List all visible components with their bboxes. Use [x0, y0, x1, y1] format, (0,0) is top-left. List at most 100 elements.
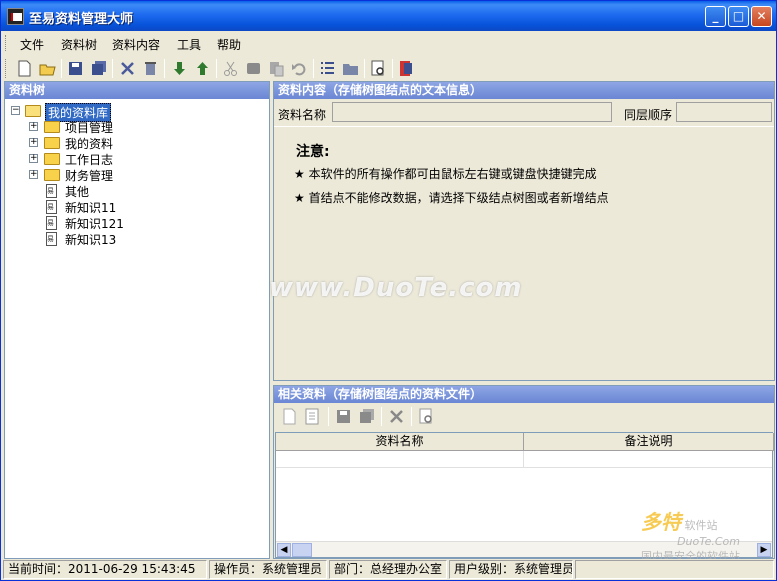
menu-help[interactable]: 帮助: [217, 36, 241, 53]
menu-tree[interactable]: 资料树: [61, 36, 97, 53]
tree-item-label[interactable]: 工作日志: [65, 151, 113, 168]
tree-root[interactable]: − 我的资料库: [11, 103, 211, 122]
column-header-note[interactable]: 备注说明: [524, 433, 774, 451]
toolbar-separator: [392, 59, 393, 78]
toolbar-separator: [164, 59, 165, 78]
menu-bar: 文件 资料树 资料内容 工具 帮助: [1, 32, 776, 54]
expand-icon[interactable]: +: [29, 154, 38, 163]
scroll-right-button[interactable]: ▶: [757, 543, 771, 557]
watermark-logo: 多特 软件站 DuoTe.Com 国内最安全的软件站: [641, 506, 740, 564]
tree-item-label[interactable]: 财务管理: [65, 167, 113, 184]
delete-icon[interactable]: [118, 59, 137, 78]
tree-doc-item[interactable]: 新知识13: [29, 231, 229, 247]
tree-item-label[interactable]: 新知识121: [65, 215, 124, 232]
move-up-icon[interactable]: [193, 59, 212, 78]
scroll-thumb[interactable]: [292, 543, 312, 557]
copy-icon[interactable]: [244, 59, 263, 78]
related-panel-header: 相关资料（存储树图结点的资料文件）: [274, 386, 774, 403]
edit-icon[interactable]: [303, 407, 322, 426]
toolbar-separator: [411, 407, 412, 426]
trash-icon[interactable]: [141, 59, 160, 78]
folder-icon: [44, 169, 60, 181]
collapse-icon[interactable]: −: [11, 106, 20, 115]
folder-icon: [44, 153, 60, 165]
paste-icon[interactable]: [267, 59, 286, 78]
cut-icon[interactable]: [221, 59, 240, 78]
open-folder-icon: [25, 105, 41, 117]
tree-folder-item[interactable]: + 财务管理: [29, 167, 229, 183]
tree-panel-header: 资料树: [5, 82, 269, 99]
preview-icon[interactable]: [369, 59, 388, 78]
order-input[interactable]: [676, 102, 772, 122]
main-toolbar: [1, 56, 421, 81]
save-icon[interactable]: [334, 407, 353, 426]
main-window: 至易资料管理大师 _ □ ✕ 文件 资料树 资料内容 工具 帮助 资料树 − 我…: [0, 0, 777, 581]
note-title: 注意:: [296, 144, 330, 160]
watermark-logo-text: 多特: [641, 510, 681, 534]
toolbar-separator: [381, 407, 382, 426]
tree-item-label[interactable]: 新知识13: [65, 231, 116, 248]
exit-icon[interactable]: [397, 59, 416, 78]
maximize-button[interactable]: □: [728, 6, 749, 27]
toolbar-separator: [328, 407, 329, 426]
minimize-button[interactable]: _: [705, 6, 726, 27]
toolbar-grip[interactable]: [5, 59, 8, 78]
note-line: ★ 本软件的所有操作都可由鼠标左右键或键盘快捷键完成: [294, 167, 597, 181]
scroll-left-button[interactable]: ◀: [277, 543, 291, 557]
tree-folder-item[interactable]: + 工作日志: [29, 151, 229, 167]
tree-item-label[interactable]: 我的资料: [65, 135, 113, 152]
tree-doc-item[interactable]: 新知识121: [29, 215, 229, 231]
tree-folder-item[interactable]: + 项目管理: [29, 119, 229, 135]
watermark-logo-sub: 软件站: [684, 519, 718, 532]
column-divider: [523, 451, 524, 468]
save-all-icon[interactable]: [89, 59, 108, 78]
toolbar-separator: [61, 59, 62, 78]
toolbar-separator: [112, 59, 113, 78]
watermark-text: www.DuoTe.com: [269, 273, 523, 303]
move-down-icon[interactable]: [170, 59, 189, 78]
toolbar-separator: [313, 59, 314, 78]
content-text-area[interactable]: 注意: ★ 本软件的所有操作都可由鼠标左右键或键盘快捷键完成 ★ 首结点不能修改…: [274, 126, 774, 380]
title-bar[interactable]: 至易资料管理大师 _ □ ✕: [1, 1, 776, 31]
toolbar-separator: [364, 59, 365, 78]
tree-item-label[interactable]: 新知识11: [65, 199, 116, 216]
status-dept: 部门：总经理办公室: [329, 560, 447, 579]
tree-item-label[interactable]: 其他: [65, 183, 89, 200]
menu-tools[interactable]: 工具: [177, 36, 201, 53]
menu-grip[interactable]: [5, 35, 8, 51]
document-icon: [46, 184, 57, 198]
expand-icon[interactable]: +: [29, 138, 38, 147]
table-row[interactable]: [276, 451, 772, 468]
folder-icon[interactable]: [341, 59, 360, 78]
folder-icon: [44, 121, 60, 133]
name-input[interactable]: [332, 102, 612, 122]
column-header-name[interactable]: 资料名称: [276, 433, 524, 451]
undo-icon[interactable]: [290, 59, 309, 78]
preview-icon[interactable]: [417, 407, 436, 426]
content-panel: 资料内容（存储树图结点的文本信息） 资料名称 同层顺序 注意: ★ 本软件的所有…: [273, 81, 775, 381]
open-icon[interactable]: [38, 59, 57, 78]
new-icon[interactable]: [15, 59, 34, 78]
window-title: 至易资料管理大师: [29, 12, 134, 27]
close-button[interactable]: ✕: [751, 6, 772, 27]
tree-doc-item[interactable]: 其他: [29, 183, 229, 199]
list-icon[interactable]: [318, 59, 337, 78]
status-operator: 操作员：系统管理员: [209, 560, 327, 579]
related-toolbar: [274, 404, 774, 430]
tree-folder-item[interactable]: + 我的资料: [29, 135, 229, 151]
app-icon[interactable]: [7, 8, 24, 25]
document-icon: [46, 216, 57, 230]
expand-icon[interactable]: +: [29, 122, 38, 131]
menu-content[interactable]: 资料内容: [112, 36, 160, 53]
expand-icon[interactable]: +: [29, 170, 38, 179]
tree-doc-item[interactable]: 新知识11: [29, 199, 229, 215]
tree-item-label[interactable]: 项目管理: [65, 119, 113, 136]
new-icon[interactable]: [280, 407, 299, 426]
status-level: 用户级别：系统管理员: [449, 560, 573, 579]
save-icon[interactable]: [66, 59, 85, 78]
tree-panel: 资料树 − 我的资料库 + 项目管理 + 我的资料 + 工作日志 + 财务管理 …: [4, 81, 270, 559]
status-time: 当前时间：2011-06-29 15:43:45: [3, 560, 207, 579]
menu-file[interactable]: 文件: [20, 36, 44, 53]
save-all-icon[interactable]: [357, 407, 376, 426]
delete-icon[interactable]: [387, 407, 406, 426]
